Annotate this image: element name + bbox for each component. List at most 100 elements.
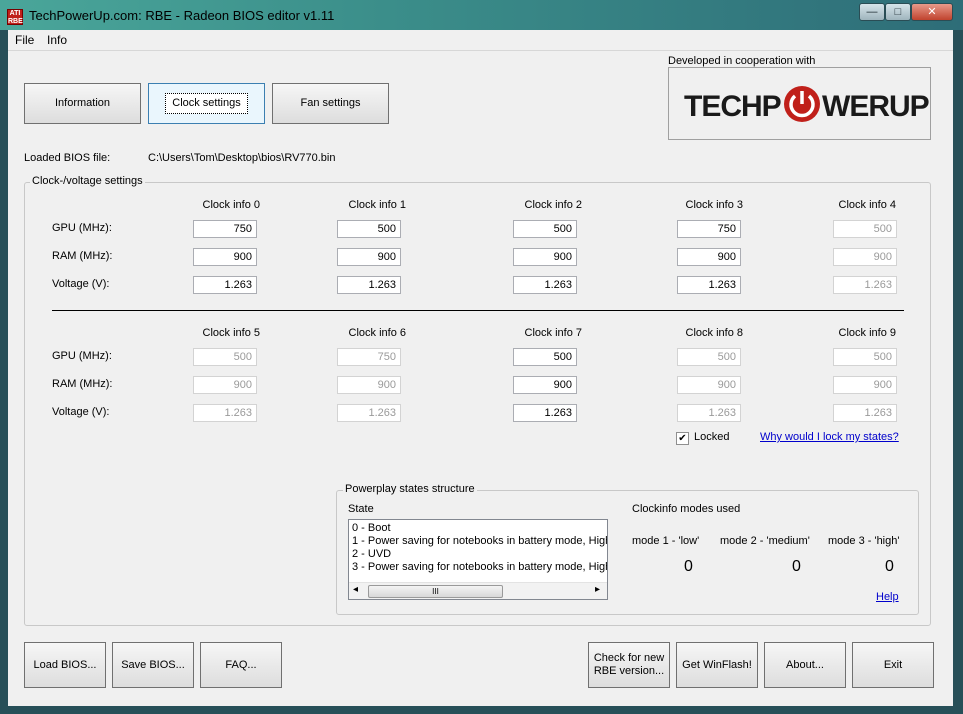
clock-volt-input: 1.263 (677, 404, 741, 422)
clock-volt-input: 1.263 (193, 404, 257, 422)
clock-gpu-input: 750 (337, 348, 401, 366)
get-winflash-button[interactable]: Get WinFlash! (676, 642, 758, 688)
clock-volt-input[interactable]: 1.263 (513, 276, 577, 294)
clock-info-header: Clock info 0 (202, 199, 260, 211)
clock-ram-input: 900 (193, 376, 257, 394)
power-icon (784, 86, 820, 122)
locked-label: Locked (694, 431, 730, 443)
maximize-button[interactable]: □ (885, 3, 911, 21)
list-item[interactable]: 2 - UVD (352, 548, 391, 560)
close-icon: ✕ (927, 6, 937, 18)
title-bar[interactable]: ATI RBE TechPowerUp.com: RBE - Radeon BI… (0, 0, 963, 30)
clock-info-header: Clock info 4 (838, 199, 896, 211)
clock-info-header: Clock info 5 (202, 327, 260, 339)
mode-2-label: mode 2 - 'medium' (720, 535, 810, 547)
tab-information[interactable]: Information (24, 83, 141, 124)
clock-ram-input: 900 (337, 376, 401, 394)
clock-ram-input: 900 (677, 376, 741, 394)
clock-info-header: Clock info 6 (348, 327, 406, 339)
clock-volt-input: 1.263 (337, 404, 401, 422)
techpowerup-logo[interactable]: TECHP WERUP (668, 67, 931, 140)
menu-file[interactable]: File (15, 33, 34, 47)
clock-gpu-input: 500 (677, 348, 741, 366)
help-link[interactable]: Help (876, 591, 899, 603)
window-title: TechPowerUp.com: RBE - Radeon BIOS edito… (29, 8, 335, 23)
close-button[interactable]: ✕ (911, 3, 953, 21)
list-item[interactable]: 1 - Power saving for notebooks in batter… (352, 535, 607, 547)
minimize-icon: — (866, 6, 878, 18)
clock-ram-input: 900 (833, 376, 897, 394)
clock-gpu-input[interactable]: 500 (513, 220, 577, 238)
clock-volt-input[interactable]: 1.263 (677, 276, 741, 294)
scroll-thumb[interactable]: III (368, 585, 503, 598)
application-window: ATI RBE TechPowerUp.com: RBE - Radeon BI… (0, 0, 963, 714)
clock-volt-input: 1.263 (833, 276, 897, 294)
clock-gpu-input: 500 (833, 348, 897, 366)
clock-gpu-input[interactable]: 750 (193, 220, 257, 238)
clock-volt-input: 1.263 (833, 404, 897, 422)
why-lock-link[interactable]: Why would I lock my states? (760, 431, 899, 443)
exit-button[interactable]: Exit (852, 642, 934, 688)
clock-divider (52, 310, 904, 311)
maximize-icon: □ (894, 6, 902, 18)
mode-1-label: mode 1 - 'low' (632, 535, 700, 547)
mode-1-count: 0 (684, 558, 693, 575)
clock-ram-input[interactable]: 900 (677, 248, 741, 266)
clock-info-header: Clock info 2 (524, 199, 582, 211)
logo-caption: Developed in cooperation with (668, 55, 816, 67)
locked-checkbox[interactable]: ✔ (676, 432, 689, 445)
powerplay-group-title: Powerplay states structure (343, 483, 477, 495)
check-version-button[interactable]: Check for new RBE version... (588, 642, 670, 688)
load-bios-button[interactable]: Load BIOS... (24, 642, 106, 688)
bottom-row-label-ram: RAM (MHz): (52, 378, 113, 390)
save-bios-button[interactable]: Save BIOS... (112, 642, 194, 688)
state-header: State (348, 503, 374, 515)
mode-3-count: 0 (885, 558, 894, 575)
menu-info[interactable]: Info (47, 33, 67, 47)
powerplay-states-list[interactable]: 0 - Boot 1 - Power saving for notebooks … (348, 519, 608, 600)
clock-info-header: Clock info 7 (524, 327, 582, 339)
top-row-label-gpu: GPU (MHz): (52, 222, 112, 234)
bios-file-path: C:\Users\Tom\Desktop\bios\RV770.bin (148, 152, 336, 164)
mode-3-label: mode 3 - 'high' (828, 535, 900, 547)
app-icon: ATI RBE (7, 9, 23, 25)
clock-info-header: Clock info 3 (685, 199, 743, 211)
list-item[interactable]: 3 - Power saving for notebooks in batter… (352, 561, 607, 573)
about-button[interactable]: About... (764, 642, 846, 688)
checkmark-icon: ✔ (678, 433, 687, 444)
bottom-row-label-volt: Voltage (V): (52, 406, 110, 418)
menu-bar: File Info (8, 30, 953, 51)
clock-ram-input[interactable]: 900 (337, 248, 401, 266)
clock-volt-input[interactable]: 1.263 (337, 276, 401, 294)
clock-ram-input[interactable]: 900 (513, 248, 577, 266)
bios-file-label: Loaded BIOS file: (24, 152, 111, 164)
clock-ram-input[interactable]: 900 (193, 248, 257, 266)
scroll-left-icon[interactable]: ◂ (353, 584, 358, 595)
mode-2-count: 0 (792, 558, 801, 575)
clock-voltage-group-title: Clock-/voltage settings (30, 175, 145, 187)
clock-ram-input[interactable]: 900 (513, 376, 577, 394)
clock-gpu-input: 500 (833, 220, 897, 238)
faq-button[interactable]: FAQ... (200, 642, 282, 688)
horizontal-scrollbar[interactable]: ◂ III ▸ (349, 582, 607, 599)
clock-info-header: Clock info 8 (685, 327, 743, 339)
tab-clock-settings[interactable]: Clock settings (148, 83, 265, 124)
clock-volt-input[interactable]: 1.263 (513, 404, 577, 422)
modes-header: Clockinfo modes used (632, 503, 741, 515)
clock-info-header: Clock info 9 (838, 327, 896, 339)
clock-ram-input: 900 (833, 248, 897, 266)
scroll-right-icon[interactable]: ▸ (595, 584, 600, 595)
clock-gpu-input[interactable]: 750 (677, 220, 741, 238)
bottom-row-label-gpu: GPU (MHz): (52, 350, 112, 362)
tab-fan-settings[interactable]: Fan settings (272, 83, 389, 124)
scroll-grip-icon: III (432, 587, 439, 596)
client-area: File Info Information Clock settings Fan… (8, 30, 953, 706)
clock-gpu-input[interactable]: 500 (337, 220, 401, 238)
clock-gpu-input: 500 (193, 348, 257, 366)
top-row-label-volt: Voltage (V): (52, 278, 110, 290)
top-row-label-ram: RAM (MHz): (52, 250, 113, 262)
list-item[interactable]: 0 - Boot (352, 522, 391, 534)
minimize-button[interactable]: — (859, 3, 885, 21)
clock-gpu-input[interactable]: 500 (513, 348, 577, 366)
clock-volt-input[interactable]: 1.263 (193, 276, 257, 294)
